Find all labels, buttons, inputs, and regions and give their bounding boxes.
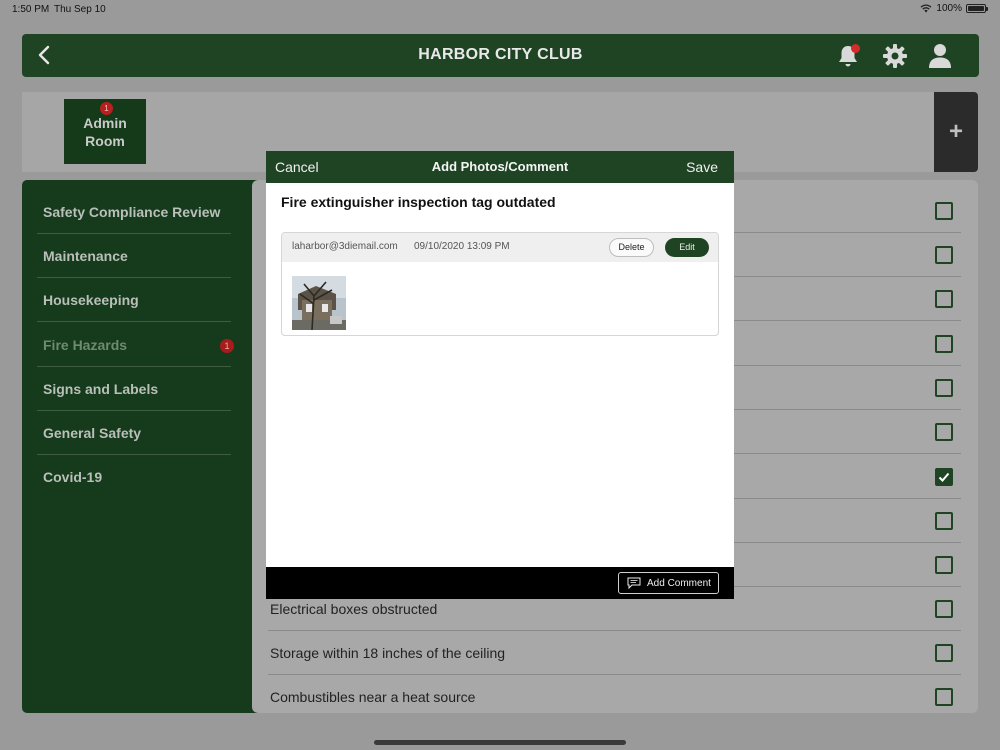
comment-author: laharbor@3diemail.com — [292, 241, 398, 252]
checkbox[interactable] — [935, 202, 953, 220]
room-name-line1: Admin — [83, 115, 127, 131]
checklist-label: Storage within 18 inches of the ceiling — [270, 644, 506, 661]
gear-icon[interactable] — [882, 43, 908, 69]
battery-percent: 100% — [936, 3, 962, 14]
sidebar-item-signs-and-labels[interactable]: Signs and Labels — [37, 367, 231, 411]
add-comment-label: Add Comment — [647, 577, 711, 589]
sidebar-item-safety-compliance-review[interactable]: Safety Compliance Review — [37, 190, 231, 234]
checkbox[interactable] — [935, 246, 953, 264]
chat-icon — [627, 577, 641, 589]
room-tile-admin[interactable]: 1 Admin Room — [64, 99, 146, 164]
checkmark-icon — [938, 472, 950, 482]
sidebar-item-label: Housekeeping — [43, 291, 139, 308]
sidebar-item-fire-hazards[interactable]: Fire Hazards — [37, 323, 231, 367]
app-header: HARBOR CITY CLUB — [22, 34, 979, 77]
checkbox[interactable] — [935, 290, 953, 308]
sidebar-item-housekeeping[interactable]: Housekeeping — [37, 278, 231, 322]
comment-timestamp: 09/10/2020 13:09 PM — [414, 241, 510, 252]
category-sidebar: Safety Compliance Review Maintenance Hou… — [22, 180, 262, 713]
issue-title: Fire extinguisher inspection tag outdate… — [281, 194, 556, 210]
user-icon[interactable] — [927, 42, 953, 69]
home-indicator[interactable] — [374, 740, 626, 745]
modal-title: Add Photos/Comment — [431, 159, 569, 174]
checkbox[interactable] — [935, 688, 953, 706]
sidebar-item-label: Safety Compliance Review — [43, 203, 221, 220]
checkbox[interactable] — [935, 335, 953, 353]
room-badge: 1 — [100, 102, 113, 115]
checkbox[interactable] — [935, 423, 953, 441]
checklist-label: Electrical boxes obstructed — [270, 600, 438, 617]
add-photos-comment-modal: Cancel Add Photos/Comment Save Fire exti… — [266, 151, 734, 599]
add-room-button[interactable]: + — [934, 92, 978, 172]
checklist-label: Combustibles near a heat source — [270, 689, 476, 705]
status-time: 1:50 PM — [12, 4, 50, 15]
sidebar-item-label: Covid-19 — [43, 469, 103, 485]
checklist-row[interactable]: Combustibles near a heat source — [268, 675, 961, 713]
wifi-icon — [920, 4, 932, 13]
add-comment-button[interactable]: Add Comment — [618, 572, 719, 594]
battery-icon — [966, 4, 988, 13]
checkbox[interactable] — [935, 556, 953, 574]
modal-footer: Add Comment — [266, 567, 734, 599]
notification-dot — [851, 44, 860, 53]
sidebar-item-label: Maintenance — [43, 247, 128, 264]
save-button[interactable]: Save — [686, 159, 718, 175]
room-name-line2: Room — [85, 133, 125, 149]
sidebar-item-label: Signs and Labels — [43, 380, 159, 397]
checklist-row[interactable]: Storage within 18 inches of the ceiling — [268, 631, 961, 675]
status-indicators: 100% — [920, 3, 988, 14]
comment-card: laharbor@3diemail.com 09/10/2020 13:09 P… — [281, 232, 719, 336]
checkbox-checked[interactable] — [935, 468, 953, 486]
checkbox[interactable] — [935, 379, 953, 397]
photo-thumbnail[interactable] — [292, 276, 346, 330]
status-date: Thu Sep 10 — [54, 4, 106, 15]
sidebar-item-general-safety[interactable]: General Safety — [37, 411, 231, 455]
checkbox[interactable] — [935, 600, 953, 618]
comment-header: laharbor@3diemail.com 09/10/2020 13:09 P… — [282, 233, 718, 262]
checkbox[interactable] — [935, 512, 953, 530]
checkbox[interactable] — [935, 644, 953, 662]
sidebar-item-covid-19[interactable]: Covid-19 — [37, 455, 231, 499]
status-bar: 1:50 PM Thu Sep 10 100% — [0, 0, 1000, 18]
edit-button[interactable]: Edit — [665, 238, 709, 257]
modal-header: Cancel Add Photos/Comment Save — [266, 151, 734, 183]
sidebar-item-label: General Safety — [43, 424, 142, 441]
sidebar-badge: 1 — [220, 339, 234, 353]
sidebar-item-maintenance[interactable]: Maintenance — [37, 234, 231, 278]
delete-button[interactable]: Delete — [609, 238, 654, 257]
sidebar-item-label: Fire Hazards — [43, 336, 128, 353]
